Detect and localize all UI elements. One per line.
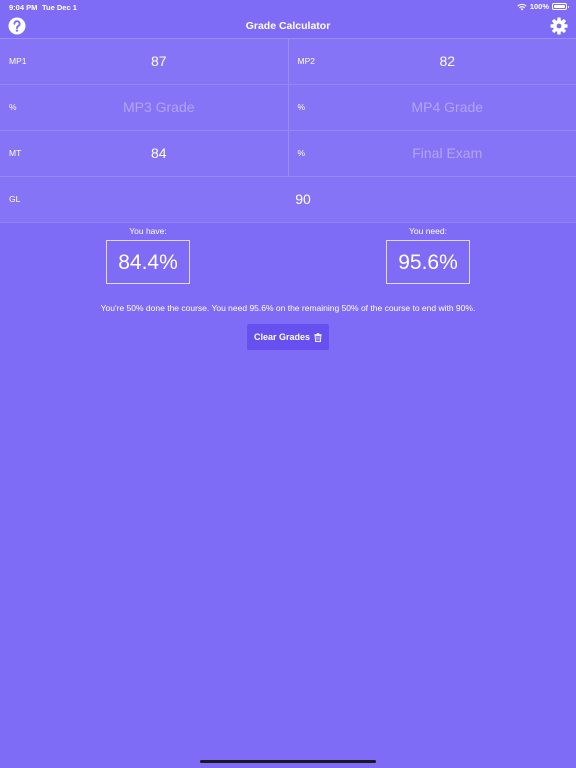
status-time: 9:04 PM bbox=[9, 3, 38, 12]
mp2-label: MP2 bbox=[297, 56, 315, 66]
grade-row-3: MT % bbox=[0, 131, 576, 177]
current-grade-caption: You have: bbox=[129, 226, 167, 236]
summary-text: You're 50% done the course. You need 95.… bbox=[100, 303, 476, 313]
mp1-cell: MP1 bbox=[0, 39, 288, 84]
needed-grade-value: 95.6% bbox=[386, 240, 470, 284]
clear-grades-button[interactable]: Clear Grades bbox=[247, 324, 329, 350]
mp4-cell: % bbox=[287, 85, 576, 130]
results-section: You have: 84.4% You need: 95.6% bbox=[0, 226, 576, 296]
wifi-icon bbox=[517, 3, 527, 10]
mp2-input[interactable] bbox=[328, 49, 566, 73]
page-title: Grade Calculator bbox=[245, 20, 331, 32]
status-date: Tue Dec 1 bbox=[42, 3, 77, 12]
gear-icon[interactable] bbox=[550, 17, 568, 35]
mp4-weight-label: % bbox=[297, 102, 306, 112]
grade-grid: MP1 MP2 % % MT % GL bbox=[0, 39, 576, 223]
battery-percent: 100% bbox=[529, 2, 549, 11]
final-exam-cell: % bbox=[287, 131, 576, 176]
midterm-input[interactable] bbox=[40, 141, 278, 165]
final-exam-weight-label: % bbox=[297, 148, 306, 158]
nav-bar: Grade Calculator bbox=[0, 14, 576, 39]
current-grade-value: 84.4% bbox=[106, 240, 190, 284]
goal-input[interactable] bbox=[40, 187, 566, 211]
grade-row-4: GL bbox=[0, 177, 576, 223]
midterm-label: MT bbox=[9, 148, 22, 158]
clear-grades-label: Clear Grades bbox=[253, 332, 311, 342]
battery-icon bbox=[552, 3, 569, 10]
needed-grade-result: You need: 95.6% bbox=[386, 226, 470, 284]
goal-label: GL bbox=[9, 194, 21, 204]
mp2-cell: MP2 bbox=[287, 39, 576, 84]
mp3-weight-label: % bbox=[9, 102, 17, 112]
mp1-input[interactable] bbox=[40, 49, 278, 73]
final-exam-input[interactable] bbox=[328, 141, 566, 165]
status-bar: 9:04 PM Tue Dec 1 100% bbox=[0, 0, 576, 14]
grade-row-1: MP1 MP2 bbox=[0, 39, 576, 85]
current-grade-result: You have: 84.4% bbox=[106, 226, 190, 284]
goal-cell: GL bbox=[0, 177, 576, 222]
mp3-cell: % bbox=[0, 85, 288, 130]
mp1-label: MP1 bbox=[9, 56, 27, 66]
trash-icon bbox=[314, 332, 322, 342]
midterm-cell: MT bbox=[0, 131, 288, 176]
status-indicators: 100% bbox=[517, 2, 569, 11]
mp4-input[interactable] bbox=[328, 95, 566, 119]
home-indicator[interactable] bbox=[200, 760, 376, 763]
grade-row-2: % % bbox=[0, 85, 576, 131]
needed-grade-caption: You need: bbox=[409, 226, 447, 236]
mp3-input[interactable] bbox=[40, 95, 278, 119]
